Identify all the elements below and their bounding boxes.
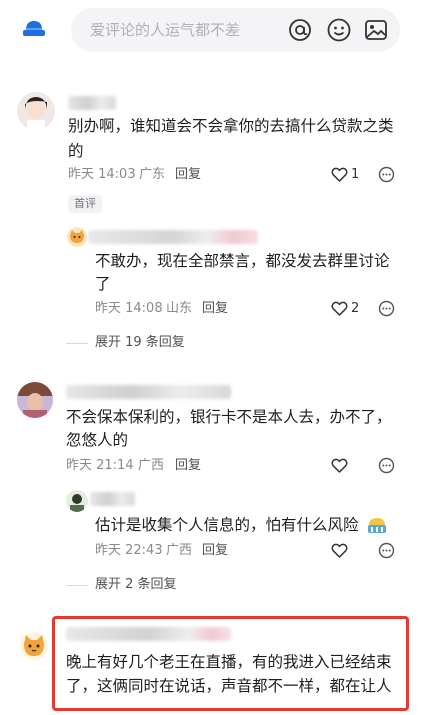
like-count: 2 <box>351 301 360 316</box>
comment-text: 的 <box>68 142 84 160</box>
avatar[interactable] <box>67 227 87 247</box>
username[interactable] <box>66 385 231 399</box>
heart-icon[interactable] <box>331 542 348 559</box>
comment-text: 别办啊，谁知道会不会拿你的去搞什么贷款之类 <box>68 117 394 135</box>
mention-icon[interactable] <box>287 17 313 43</box>
divider <box>66 585 88 586</box>
reply-time: 昨天 22:43 <box>95 543 163 558</box>
like-count: 1 <box>351 167 360 182</box>
reply-text: 估计是收集个人信息的，怕有什么风险 <box>95 516 359 534</box>
comment-input-placeholder: 爱评论的人运气都不差 <box>90 21 241 39</box>
reply-location: 广西 <box>166 543 193 558</box>
reply-button[interactable]: 回复 <box>175 166 201 184</box>
avatar[interactable] <box>66 490 88 512</box>
reply-location: 山东 <box>166 301 193 316</box>
emoji-icon[interactable] <box>326 17 352 43</box>
more-icon[interactable] <box>378 542 395 559</box>
reply-time: 昨天 14:08 <box>95 301 163 316</box>
expand-replies-button[interactable]: 展开 19 条回复 <box>95 334 185 352</box>
reply-text: 不敢办，现在全部禁言，都没发去群里讨论 <box>95 252 390 270</box>
comment-text: 忽悠人的 <box>66 431 129 449</box>
username[interactable] <box>90 492 135 506</box>
username[interactable] <box>88 230 258 244</box>
comment-location: 广东 <box>139 167 166 182</box>
first-comment-badge: 首评 <box>68 195 102 213</box>
user-hat-icon[interactable] <box>20 16 48 44</box>
comment-location: 广西 <box>138 458 165 473</box>
highlight-box <box>52 616 409 711</box>
more-icon[interactable] <box>378 300 395 317</box>
heart-icon[interactable] <box>331 300 348 317</box>
divider <box>66 343 88 344</box>
username[interactable] <box>68 96 116 110</box>
emoji-icon <box>367 515 387 535</box>
image-icon[interactable] <box>363 17 389 43</box>
reply-button[interactable]: 回复 <box>202 542 228 560</box>
heart-icon[interactable] <box>331 166 348 183</box>
expand-replies-button[interactable]: 展开 2 条回复 <box>95 576 177 594</box>
reply-button[interactable]: 回复 <box>175 457 201 475</box>
reply-text: 了 <box>95 275 111 293</box>
avatar[interactable] <box>20 632 48 660</box>
avatar[interactable] <box>17 382 53 418</box>
avatar[interactable] <box>17 92 55 130</box>
more-icon[interactable] <box>378 166 395 183</box>
comment-time: 昨天 21:14 <box>66 458 134 473</box>
heart-icon[interactable] <box>331 457 348 474</box>
reply-button[interactable]: 回复 <box>202 300 228 318</box>
comment-time: 昨天 14:03 <box>68 167 136 182</box>
more-icon[interactable] <box>378 457 395 474</box>
